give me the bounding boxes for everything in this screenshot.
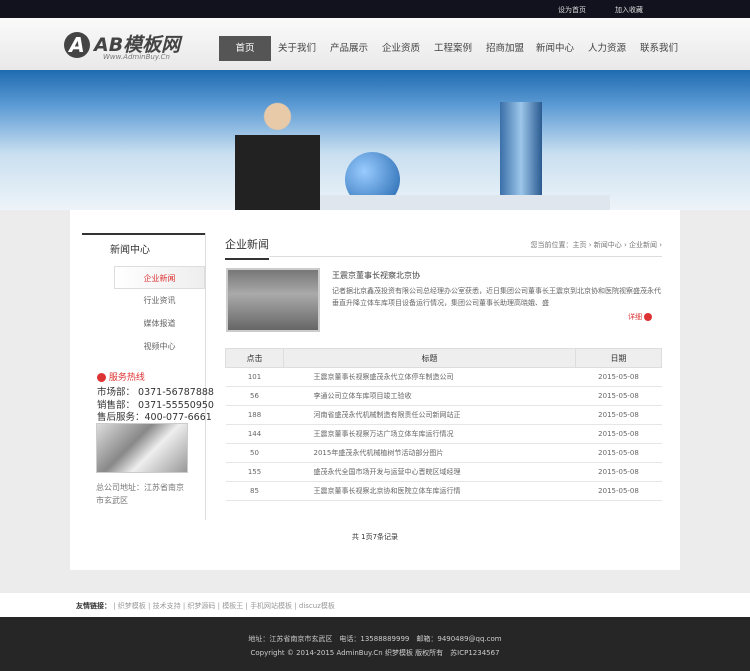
footer: 地址：江苏省南京市玄武区 电话：13588889999 邮箱：9490489@q… (0, 617, 750, 671)
table-row[interactable]: 85 王震京董事长视察北京协和医院立体车库运行情 2015-05-08 (225, 481, 662, 501)
logo-subtitle: Www.AdminBuy.Cn (103, 53, 170, 61)
col-date: 日期 (575, 348, 662, 368)
row-date: 2015-05-08 (575, 386, 662, 406)
logo-icon[interactable]: A (64, 32, 90, 58)
nav-home[interactable]: 首页 (219, 36, 271, 61)
row-clicks: 85 (225, 481, 284, 501)
table-row[interactable]: 101 王震京董事长视察盛茂永代立体停车制造公司 2015-05-08 (225, 367, 662, 387)
phone-icon (97, 373, 106, 382)
banner-building-image (500, 102, 542, 210)
header: A AB模板网 Www.AdminBuy.Cn 首页 关于我们 产品展示 企业资… (0, 18, 750, 70)
news-table: 点击 标题 日期 101 王震京董事长视察盛茂永代立体停车制造公司 2015-05-… (225, 348, 662, 501)
row-date: 2015-05-08 (575, 481, 662, 501)
featured-title[interactable]: 王震京董事长视察北京协 (332, 270, 420, 281)
row-title[interactable]: 2015年盛茂永代机械植树节活动部分图片 (283, 443, 576, 463)
row-clicks: 188 (225, 405, 284, 425)
row-date: 2015-05-08 (575, 462, 662, 482)
section-title: 企业新闻 (225, 236, 269, 260)
table-row[interactable]: 155 盛茂永代全国市场开发与运营中心晋皖区域经理 2015-05-08 (225, 462, 662, 482)
row-clicks: 101 (225, 367, 284, 387)
banner-person-image (235, 90, 320, 210)
friend-link[interactable]: 技术支持 (153, 602, 181, 610)
row-clicks: 144 (225, 424, 284, 444)
sidebar-item-media[interactable]: 媒体报道 (114, 312, 205, 335)
table-row[interactable]: 50 2015年盛茂永代机械植树节活动部分图片 2015-05-08 (225, 443, 662, 463)
row-clicks: 56 (225, 386, 284, 406)
table-row[interactable]: 144 王震京董事长视察万达广场立体车库运行情况 2015-05-08 (225, 424, 662, 444)
section-divider (269, 256, 662, 257)
address-line2: 市玄武区 (96, 496, 128, 505)
top-bar: 设为首页 加入收藏 (0, 0, 750, 18)
link-separator: | (145, 602, 153, 610)
row-title[interactable]: 王震京董事长视察北京协和医院立体车库运行情 (283, 481, 576, 501)
sidebar-item-company-news[interactable]: 企业新闻 (114, 266, 205, 289)
nav-products[interactable]: 产品展示 (326, 36, 372, 61)
phone-service: 售后服务：400-077-6661 (97, 412, 212, 423)
add-favorite-link[interactable]: 加入收藏 (615, 5, 643, 15)
row-date: 2015-05-08 (575, 367, 662, 387)
breadcrumb[interactable]: 您当前位置：主页 › 新闻中心 › 企业新闻 › (530, 240, 662, 250)
sidebar-title: 新闻中心 (82, 233, 205, 256)
address-line1: 总公司地址：江苏省南京 (96, 483, 184, 492)
table-row[interactable]: 188 河南省盛茂永代机械制造有限责任公司新网站正 2015-05-08 (225, 405, 662, 425)
col-title: 标题 (283, 348, 576, 368)
hotline: 服务热线 (97, 370, 145, 383)
footer-contact: 地址：江苏省南京市玄武区 电话：13588889999 邮箱：9490489@q… (248, 635, 502, 643)
nav-news[interactable]: 新闻中心 (532, 36, 578, 61)
banner-city-image (320, 195, 610, 210)
friend-link[interactable]: 织梦模板 (118, 602, 146, 610)
friend-link[interactable]: 手机网站模板 (250, 602, 292, 610)
nav-franchise[interactable]: 招商加盟 (482, 36, 528, 61)
sidebar-item-video[interactable]: 视频中心 (114, 335, 205, 358)
nav-qualification[interactable]: 企业资质 (378, 36, 424, 61)
row-title[interactable]: 王震京董事长视察盛茂永代立体停车制造公司 (283, 367, 576, 387)
row-title[interactable]: 盛茂永代全国市场开发与运营中心晋皖区域经理 (283, 462, 576, 482)
sidebar-item-industry[interactable]: 行业资讯 (114, 289, 205, 312)
featured-description: 记者据北京鑫茂投资有限公司总经理办公室获悉，近日集团公司董事长王震京到北京协和医… (332, 287, 661, 307)
nav-contact[interactable]: 联系我们 (636, 36, 682, 61)
row-title[interactable]: 李通公司立体车库项目竣工验收 (283, 386, 576, 406)
table-row[interactable]: 56 李通公司立体车库项目竣工验收 2015-05-08 (225, 386, 662, 406)
sidebar-divider (205, 233, 206, 520)
row-date: 2015-05-08 (575, 424, 662, 444)
nav-hr[interactable]: 人力资源 (584, 36, 630, 61)
more-link[interactable]: 详细 (628, 312, 652, 322)
friend-link[interactable]: 模板王 (222, 602, 243, 610)
row-clicks: 155 (225, 462, 284, 482)
hotline-label: 服务热线 (108, 373, 145, 383)
nav-about[interactable]: 关于我们 (274, 36, 320, 61)
row-date: 2015-05-08 (575, 443, 662, 463)
set-home-link[interactable]: 设为首页 (558, 5, 586, 15)
friend-link[interactable]: discuz模板 (299, 602, 335, 610)
col-clicks: 点击 (225, 348, 284, 368)
row-clicks: 50 (225, 443, 284, 463)
row-title[interactable]: 河南省盛茂永代机械制造有限责任公司新网站正 (283, 405, 576, 425)
friend-links: 友情链接： | 织梦模板 | 技术支持 | 织梦源码 | 模板王 | 手机网站模… (0, 593, 750, 617)
friend-link[interactable]: 织梦源码 (187, 602, 215, 610)
link-separator: | (292, 602, 299, 610)
pagination: 共 1页7条记录 (351, 533, 399, 541)
banner (0, 70, 750, 210)
row-title[interactable]: 王震京董事长视察万达广场立体车库运行情况 (283, 424, 576, 444)
featured-image[interactable] (226, 268, 320, 332)
friend-links-label: 友情链接： (76, 602, 111, 610)
phone-market: 市场部： 0371-56787888 (97, 387, 214, 398)
row-date: 2015-05-08 (575, 405, 662, 425)
nav-cases[interactable]: 工程案例 (430, 36, 476, 61)
arrow-right-icon (644, 313, 652, 321)
footer-copyright: Copyright © 2014-2015 AdminBuy.Cn 织梦模板 版… (250, 649, 500, 657)
more-label: 详细 (628, 313, 642, 321)
link-separator: | (111, 602, 118, 610)
sidebar-image (96, 423, 188, 473)
